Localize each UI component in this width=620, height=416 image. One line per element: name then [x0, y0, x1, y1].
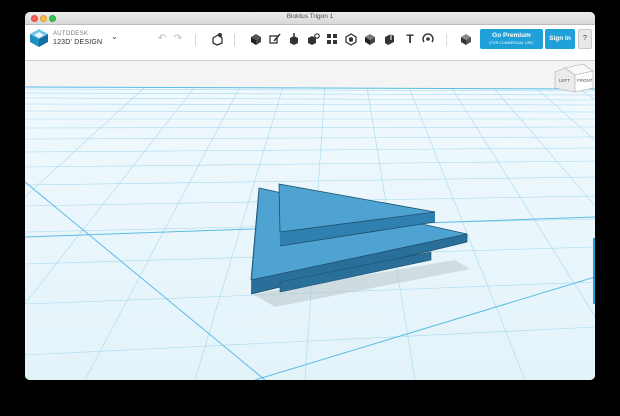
pattern-icon[interactable] [325, 32, 339, 46]
toolbar-divider [195, 34, 196, 46]
sketch-icon[interactable] [268, 32, 282, 46]
main-toolbar: AUTODESK 123D' DESIGN ⌄ ↶ ↷ T Go Premium… [25, 25, 595, 61]
toolbar-divider [234, 34, 235, 46]
app-logo-icon [30, 29, 48, 47]
brand-autodesk: AUTODESK [53, 31, 89, 37]
view-cube-left-label: LEFT [559, 78, 570, 83]
go-premium-sublabel: (FOR COMMERCIAL USE) [489, 41, 534, 45]
grouping-icon[interactable] [344, 32, 358, 46]
help-button[interactable]: ? [578, 29, 592, 49]
app-menu-dropdown[interactable]: ⌄ [111, 32, 118, 41]
brand-product: 123D' DESIGN [53, 39, 103, 46]
go-premium-button[interactable]: Go Premium (FOR COMMERCIAL USE) [480, 29, 543, 49]
snap-icon[interactable] [421, 32, 435, 46]
material-icon[interactable] [459, 32, 473, 46]
redo-icon[interactable]: ↷ [171, 32, 185, 46]
undo-icon[interactable]: ↶ [155, 32, 169, 46]
combine-icon[interactable] [363, 32, 377, 46]
toolbar-divider [446, 34, 447, 46]
transform-icon[interactable] [210, 32, 224, 46]
primitives-icon[interactable] [249, 32, 263, 46]
3d-viewport[interactable]: LEFT FRONT [25, 62, 595, 380]
go-premium-label: Go Premium [492, 32, 531, 39]
measure-icon[interactable] [382, 32, 396, 46]
window-title: Bloktus Trigon 1 [286, 13, 334, 20]
view-cube-front-label: FRONT [577, 78, 593, 83]
modify-icon[interactable] [306, 32, 320, 46]
workplane-canvas[interactable]: LEFT FRONT [25, 62, 595, 380]
title-bar: Bloktus Trigon 1 [25, 12, 595, 25]
sign-in-button[interactable]: Sign In [545, 29, 575, 49]
construct-icon[interactable] [287, 32, 301, 46]
app-window: Bloktus Trigon 1 AUTODESK 123D' DESIGN ⌄… [25, 12, 595, 380]
text-tool-icon[interactable]: T [403, 32, 417, 46]
side-panel-tab[interactable] [593, 238, 595, 304]
